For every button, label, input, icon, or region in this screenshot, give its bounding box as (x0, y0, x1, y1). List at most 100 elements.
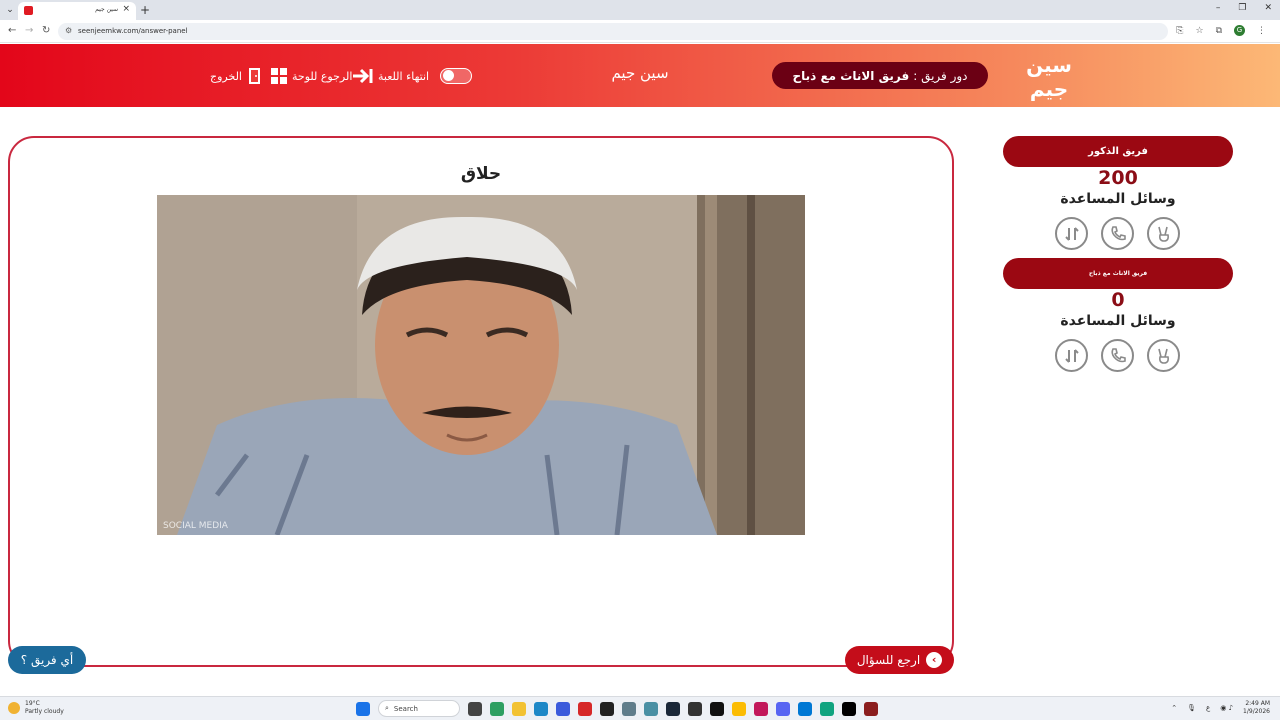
image-watermark: SOCIAL MEDIA (163, 521, 228, 531)
clock[interactable]: 2:49 AM 1/9/2026 (1243, 700, 1270, 716)
translate-icon[interactable]: ⎘ (1176, 26, 1183, 36)
opera-icon[interactable] (578, 701, 592, 716)
wifi-volume-icon[interactable]: ◉ ♪ (1220, 704, 1233, 712)
back-to-board-label: الرجوع للوحة (292, 69, 353, 83)
exit-button[interactable]: الخروج (210, 66, 264, 86)
browser-tab-bar: ⌄ سين جيم × + – ❐ ✕ (0, 0, 1280, 20)
window-controls: – ❐ ✕ (1216, 3, 1272, 13)
tab-title: سين جيم (95, 6, 118, 13)
end-game-button[interactable]: انتهاء اللعبة (352, 66, 429, 86)
language-icon[interactable]: ع (1206, 704, 1210, 712)
phone-icon (1110, 347, 1126, 362)
system-tray: ⌃ 🎙 ع ◉ ♪ 2:49 AM 1/9/2026 (1171, 700, 1270, 716)
help-aids-label: وسائل المساعدة (1060, 313, 1176, 329)
answer-title: حلاق (460, 164, 502, 184)
svg-text:جيم: جيم (1030, 77, 1068, 101)
site-logo[interactable]: سين جيم (1024, 50, 1074, 102)
search-placeholder: Search (393, 704, 418, 713)
team-name-pill: فريق الاناث مع ذباح (1003, 258, 1233, 289)
turn-prefix: دور فريق : (913, 68, 968, 83)
app-icon[interactable] (798, 701, 812, 716)
weather-widget[interactable]: 19°C Partly cloudy (8, 700, 64, 716)
back-arrow-icon[interactable]: ← (8, 25, 16, 36)
exit-door-icon (249, 68, 260, 84)
chrome-icon[interactable] (732, 701, 746, 716)
two-answers-aid-button[interactable] (1147, 339, 1180, 372)
call-friend-aid-button[interactable] (1101, 217, 1134, 250)
address-bar-row: ← → ↻ ⚙ seenjeemkw.com/answer-panel ⎘ ☆ … (0, 20, 1280, 43)
close-window-icon[interactable]: ✕ (1264, 3, 1272, 13)
end-game-label: انتهاء اللعبة (378, 69, 430, 83)
clock-time: 2:49 AM (1245, 700, 1270, 707)
back-to-question-button[interactable]: ارجع للسؤال ‹ (845, 646, 954, 674)
minimize-icon[interactable]: – (1216, 3, 1221, 13)
two-answers-aid-button[interactable] (1147, 217, 1180, 250)
team-score: 0 (1111, 289, 1125, 311)
url-text: seenjeemkw.com/answer-panel (78, 27, 188, 35)
sound-toggle[interactable] (440, 68, 472, 84)
arrow-to-line-icon (353, 68, 373, 84)
chevron-up-icon[interactable]: ⌃ (1171, 704, 1177, 712)
windows-taskbar: 19°C Partly cloudy ⌕ Search ⌃ 🎙 ع ◉ ♪ 2:… (0, 696, 1280, 720)
discord-icon[interactable] (776, 701, 790, 716)
svg-text:سين: سين (1026, 53, 1072, 77)
weather-temp: 19°C (25, 700, 40, 707)
edge-icon[interactable] (534, 701, 548, 716)
new-tab-icon[interactable]: + (140, 3, 150, 17)
reload-icon[interactable]: ↻ (42, 25, 50, 36)
turn-team-name: فريق الاناث مع ذباح (792, 68, 910, 83)
phone-icon (1110, 225, 1126, 240)
victory-hand-icon (1157, 226, 1169, 242)
app-icon[interactable] (754, 701, 768, 716)
app-icon[interactable] (490, 701, 504, 716)
help-aids-label: وسائل المساعدة (1060, 191, 1176, 207)
task-view-icon[interactable] (468, 701, 482, 716)
app-icon[interactable] (864, 701, 878, 716)
which-team-button[interactable]: أي فريق ؟ (8, 646, 86, 674)
weather-text: 19°C Partly cloudy (25, 700, 64, 716)
forward-arrow-icon[interactable]: → (25, 25, 33, 36)
extensions-icon[interactable]: ⧉ (1216, 26, 1222, 36)
help-aids-row (1055, 217, 1180, 250)
two-arrows-icon (1064, 226, 1079, 241)
help-aids-row (1055, 339, 1180, 372)
grid-icon (271, 68, 287, 84)
app-icon[interactable] (820, 701, 834, 716)
search-icon: ⌕ (385, 704, 389, 712)
windows-start-icon[interactable] (356, 701, 370, 716)
back-to-question-label: ارجع للسؤال (856, 653, 921, 667)
two-arrows-icon (1064, 348, 1079, 363)
answer-photo (157, 195, 805, 535)
url-input[interactable]: ⚙ seenjeemkw.com/answer-panel (58, 23, 1168, 40)
back-to-board-button[interactable]: الرجوع للوحة (270, 66, 352, 86)
app-icon[interactable] (556, 701, 570, 716)
menu-dots-icon[interactable]: ⋮ (1257, 26, 1266, 36)
double-points-aid-button[interactable] (1055, 339, 1088, 372)
call-friend-aid-button[interactable] (1101, 339, 1134, 372)
file-explorer-icon[interactable] (512, 701, 526, 716)
site-name: سين جيم (611, 64, 669, 82)
app-icon[interactable] (622, 701, 636, 716)
taskbar-apps: ⌕ Search (356, 700, 878, 717)
app-icon[interactable] (842, 701, 856, 716)
close-tab-icon[interactable]: × (122, 4, 130, 14)
taskbar-search[interactable]: ⌕ Search (378, 700, 460, 717)
bookmark-star-icon[interactable]: ☆ (1195, 26, 1203, 36)
weather-desc: Partly cloudy (25, 708, 64, 715)
site-info-icon[interactable]: ⚙ (65, 26, 72, 35)
app-icon[interactable] (600, 701, 614, 716)
profile-avatar[interactable]: G (1234, 25, 1245, 36)
microphone-icon[interactable]: 🎙 (1187, 704, 1196, 712)
exit-label: الخروج (210, 69, 242, 83)
victory-hand-icon (1157, 348, 1169, 364)
app-icon[interactable] (644, 701, 658, 716)
site-header: الخروج الرجوع للوحة انتهاء اللعبة سين جي… (0, 44, 1280, 107)
browser-tab[interactable]: سين جيم × (18, 2, 136, 20)
steam-icon[interactable] (666, 701, 680, 716)
app-icon[interactable] (688, 701, 702, 716)
double-points-aid-button[interactable] (1055, 217, 1088, 250)
tab-search-icon[interactable]: ⌄ (4, 4, 16, 16)
toggle-knob (443, 70, 454, 81)
app-icon[interactable] (710, 701, 724, 716)
restore-icon[interactable]: ❐ (1238, 3, 1246, 13)
